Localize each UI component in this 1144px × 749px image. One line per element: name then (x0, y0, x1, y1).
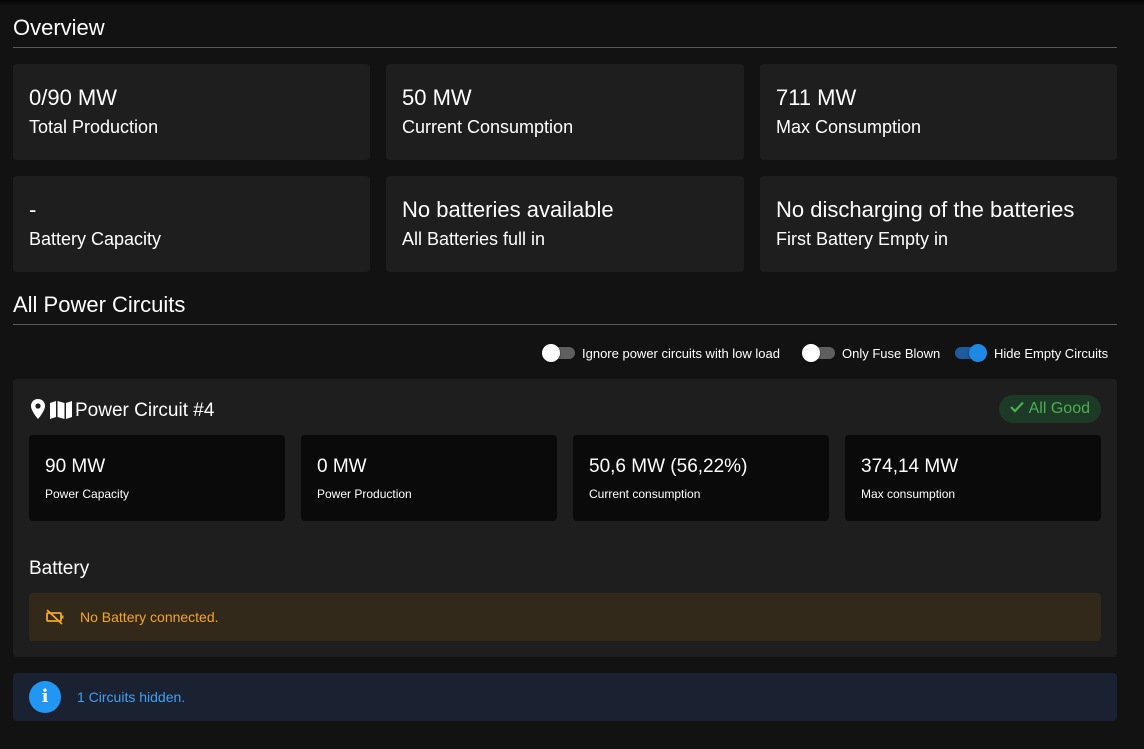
no-battery-text: No Battery connected. (80, 609, 219, 625)
max-consumption-stat: 374,14 MW Max consumption (845, 435, 1101, 521)
total-production-card: 0/90 MW Total Production (13, 64, 370, 160)
battery-empty-value: No discharging of the batteries (776, 197, 1075, 222)
status-badge: All Good (998, 395, 1101, 423)
battery-capacity-label: Battery Capacity (29, 229, 162, 249)
circuit-title: Power Circuit #4 (75, 400, 215, 421)
low-load-switch[interactable] (542, 343, 576, 363)
circuit-filters: Ignore power circuits with low load Only… (0, 343, 1117, 363)
power-circuit-card: Power Circuit #4 All Good 90 MW Power Ca… (13, 379, 1117, 657)
battery-empty-card: No discharging of the batteries First Ba… (760, 176, 1117, 272)
batteries-full-value: No batteries available (402, 197, 614, 222)
circuits-divider (13, 324, 1117, 325)
power-production-label: Power Production (317, 487, 412, 501)
power-production-value: 0 MW (317, 456, 367, 477)
circuits-hidden-text: 1 Circuits hidden. (77, 689, 186, 705)
circuit-max-consumption-value: 374,14 MW (861, 456, 959, 477)
check-icon (1009, 400, 1024, 418)
circuit-current-consumption-value: 50,6 MW (56,22%) (589, 456, 748, 477)
no-battery-alert: No Battery connected. (29, 593, 1101, 641)
power-capacity-stat: 90 MW Power Capacity (29, 435, 285, 521)
batteries-full-label: All Batteries full in (402, 229, 546, 249)
max-consumption-value: 711 MW (776, 85, 857, 110)
total-production-value: 0/90 MW (29, 85, 118, 110)
circuit-max-consumption-label: Max consumption (861, 487, 956, 501)
batteries-full-card: No batteries available All Batteries ful… (386, 176, 744, 272)
power-capacity-label: Power Capacity (45, 487, 130, 501)
battery-empty-label: First Battery Empty in (776, 229, 949, 249)
map-marker-icon[interactable] (29, 398, 47, 425)
circuit-current-consumption-label: Current consumption (589, 487, 701, 501)
total-production-label: Total Production (29, 117, 159, 137)
overview-title: Overview (13, 15, 105, 40)
current-consumption-value: 50 MW (402, 85, 472, 110)
power-capacity-value: 90 MW (45, 456, 106, 477)
fuse-blown-switch[interactable] (802, 343, 836, 363)
low-load-filter-label: Ignore power circuits with low load (582, 345, 780, 361)
info-icon: i (29, 681, 61, 713)
circuit-header: Power Circuit #4 (29, 398, 215, 425)
fuse-blown-filter-label: Only Fuse Blown (842, 345, 941, 361)
battery-capacity-value: - (29, 197, 37, 222)
max-consumption-card: 711 MW Max Consumption (760, 64, 1117, 160)
hide-empty-filter-label: Hide Empty Circuits (994, 345, 1109, 361)
power-production-stat: 0 MW Power Production (301, 435, 557, 521)
hide-empty-switch[interactable] (954, 343, 988, 363)
current-consumption-card: 50 MW Current Consumption (386, 64, 744, 160)
current-consumption-label: Current Consumption (402, 117, 574, 137)
overview-divider (13, 47, 1117, 48)
max-consumption-label: Max Consumption (776, 117, 922, 137)
fuse-blown-filter[interactable]: Only Fuse Blown (802, 343, 940, 363)
top-shadow (0, 0, 1144, 6)
current-consumption-stat: 50,6 MW (56,22%) Current consumption (573, 435, 829, 521)
battery-off-icon (45, 607, 65, 632)
hide-empty-filter[interactable]: Hide Empty Circuits (954, 343, 1108, 363)
low-load-filter[interactable]: Ignore power circuits with low load (542, 343, 780, 363)
battery-title: Battery (29, 558, 90, 579)
status-label: All Good (1028, 400, 1090, 417)
circuits-hidden-alert: i 1 Circuits hidden. (13, 673, 1117, 721)
map-icon[interactable] (49, 399, 73, 424)
circuits-title: All Power Circuits (13, 292, 186, 317)
battery-capacity-card: - Battery Capacity (13, 176, 370, 272)
